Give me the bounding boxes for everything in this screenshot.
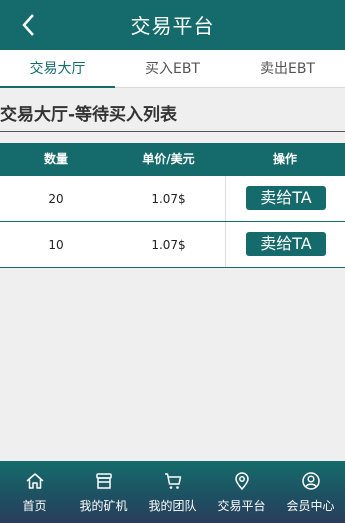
page-title: 交易平台	[130, 14, 215, 38]
header-quantity: 数量	[43, 152, 68, 166]
price-cell: 1.07$	[151, 238, 186, 252]
store-icon	[95, 473, 112, 489]
nav-item-home[interactable]: 首页	[0, 461, 69, 523]
home-icon	[26, 473, 43, 489]
sell-to-them-button[interactable]: 卖给TA	[246, 232, 326, 256]
user-circle-icon	[301, 472, 320, 490]
section-divider	[0, 131, 345, 132]
action-cell: 卖给TA	[225, 222, 345, 267]
tab-buy-ebt[interactable]: 买入EBT	[115, 50, 230, 87]
bottom-nav: 首页 我的矿机 我的团队 交易平台 会员中心	[0, 461, 345, 523]
header-bar: 交易平台	[0, 0, 345, 50]
cart-icon	[164, 473, 181, 489]
quantity-cell: 20	[48, 192, 64, 206]
nav-label-my-team: 我的团队	[148, 499, 197, 513]
table-header: 数量 单价/美元 操作	[0, 143, 345, 176]
location-pin-icon	[234, 472, 249, 491]
action-cell: 卖给TA	[225, 176, 345, 221]
table-row: 20 1.07$ 卖给TA	[0, 176, 345, 222]
section-title: 交易大厅-等待买入列表	[0, 105, 178, 125]
nav-item-my-miners[interactable]: 我的矿机	[69, 461, 138, 523]
nav-label-my-miners: 我的矿机	[79, 499, 128, 513]
nav-item-my-team[interactable]: 我的团队	[138, 461, 207, 523]
tab-bar: 交易大厅 买入EBT 卖出EBT	[0, 50, 345, 88]
nav-label-member-center: 会员中心	[286, 499, 335, 513]
header-price: 单价/美元	[142, 152, 195, 166]
tab-trading-hall[interactable]: 交易大厅	[0, 50, 115, 88]
quantity-cell: 10	[48, 238, 64, 252]
price-cell: 1.07$	[151, 192, 186, 206]
nav-label-trading-platform: 交易平台	[217, 499, 266, 513]
nav-item-member-center[interactable]: 会员中心	[276, 461, 345, 523]
table-row: 10 1.07$ 卖给TA	[0, 222, 345, 268]
buy-orders-table: 数量 单价/美元 操作 20 1.07$ 卖给TA 10 1.07$ 卖给TA	[0, 143, 345, 268]
tab-sell-ebt[interactable]: 卖出EBT	[230, 50, 345, 87]
nav-item-trading-platform[interactable]: 交易平台	[207, 461, 276, 523]
header-action: 操作	[272, 152, 297, 166]
nav-label-home: 首页	[22, 499, 47, 513]
sell-to-them-button[interactable]: 卖给TA	[246, 186, 326, 210]
